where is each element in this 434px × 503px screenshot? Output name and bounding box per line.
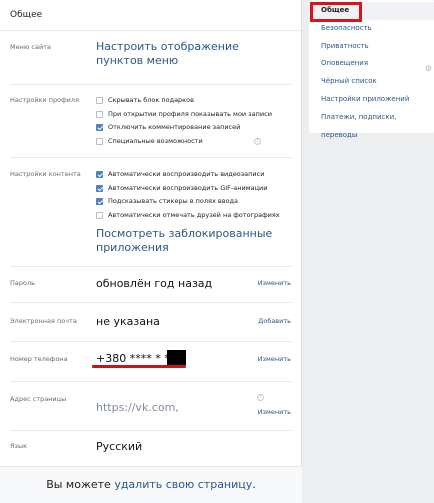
- profile-settings-label: Настройки профиля: [10, 96, 79, 104]
- checkbox-checked[interactable]: [96, 123, 103, 131]
- password-value: обновлён год назад: [96, 277, 213, 290]
- option-hide-gifts[interactable]: Скрывать блок подарков: [96, 95, 194, 105]
- blocked-apps-link[interactable]: Посмотреть заблокированные приложения: [96, 227, 286, 255]
- checkbox[interactable]: [96, 211, 103, 219]
- content-settings-label: Настройки контента: [10, 170, 81, 178]
- customize-menu-link[interactable]: Настроить отображение пунктов меню: [96, 40, 276, 68]
- option-suggest-stickers[interactable]: Подсказывать стикеры в полях ввода: [96, 196, 238, 206]
- option-autoplay-gif[interactable]: Автоматически воспроизводить GIF-анимаци…: [96, 183, 267, 193]
- email-label: Электронная почта: [10, 317, 77, 325]
- help-icon[interactable]: ?: [254, 138, 261, 145]
- checkbox-checked[interactable]: [96, 184, 103, 192]
- checkbox[interactable]: [96, 96, 103, 104]
- delete-page-footer: Вы можете удалить свою страницу.: [0, 466, 302, 503]
- help-icon[interactable]: ?: [257, 394, 264, 401]
- divider: [10, 430, 291, 431]
- page-title: Общее: [0, 0, 301, 31]
- language-value[interactable]: Русский: [96, 440, 142, 453]
- sidebar-item-app-settings[interactable]: Настройки приложений: [309, 91, 434, 109]
- divider: [10, 341, 291, 342]
- page-address-value: https://vk.com,: [96, 401, 179, 414]
- delete-page-link[interactable]: удалить свою страницу: [114, 478, 252, 491]
- phone-highlight-underline: [92, 365, 186, 368]
- change-phone-button[interactable]: Изменить: [258, 355, 291, 363]
- option-accessibility[interactable]: Специальные возможности: [96, 136, 203, 146]
- menu-section-label: Меню сайта: [10, 43, 51, 51]
- language-label: Язык: [10, 442, 28, 450]
- sidebar-item-general[interactable]: Общее: [309, 2, 434, 20]
- sidebar-item-privacy[interactable]: Приватность: [309, 38, 434, 56]
- settings-sidebar: Общее Безопасность Приватность Оповещени…: [309, 0, 434, 139]
- checkbox-checked[interactable]: [96, 197, 103, 205]
- option-autoplay-video[interactable]: Автоматически воспроизводить видеозаписи: [96, 169, 264, 179]
- add-email-button[interactable]: Добавить: [258, 317, 291, 325]
- checkbox[interactable]: [96, 137, 103, 145]
- sidebar-item-notifications[interactable]: Оповещения ⚙: [309, 55, 434, 73]
- checkbox[interactable]: [96, 110, 103, 118]
- phone-value: +380 **** * **: [96, 352, 176, 365]
- redaction-block: [167, 350, 186, 365]
- page-address-label: Адрес страницы: [10, 395, 67, 403]
- phone-label: Номер телефона: [10, 355, 68, 363]
- divider: [10, 157, 291, 158]
- divider: [10, 84, 291, 85]
- change-password-button[interactable]: Изменить: [258, 279, 291, 287]
- option-auto-tag-friends[interactable]: Автоматически отмечать друзей на фотогра…: [96, 210, 280, 220]
- divider: [10, 266, 291, 267]
- password-label: Пароль: [10, 279, 35, 287]
- checkbox-checked[interactable]: [96, 170, 103, 178]
- option-show-my-posts[interactable]: При открытии профиля показывать мои запи…: [96, 109, 272, 119]
- change-address-button[interactable]: Изменить: [258, 408, 291, 416]
- sidebar-item-payments[interactable]: Платежи, подписки, переводы: [309, 109, 434, 139]
- divider: [10, 302, 291, 303]
- sidebar-item-blacklist[interactable]: Чёрный список: [309, 73, 434, 91]
- settings-main-panel: Общее Меню сайта Настроить отображение п…: [0, 0, 302, 503]
- sidebar-item-security[interactable]: Безопасность: [309, 20, 434, 38]
- option-disable-comments[interactable]: Отключить комментирование записей: [96, 122, 240, 132]
- email-value: не указана: [96, 315, 160, 328]
- divider: [10, 381, 291, 382]
